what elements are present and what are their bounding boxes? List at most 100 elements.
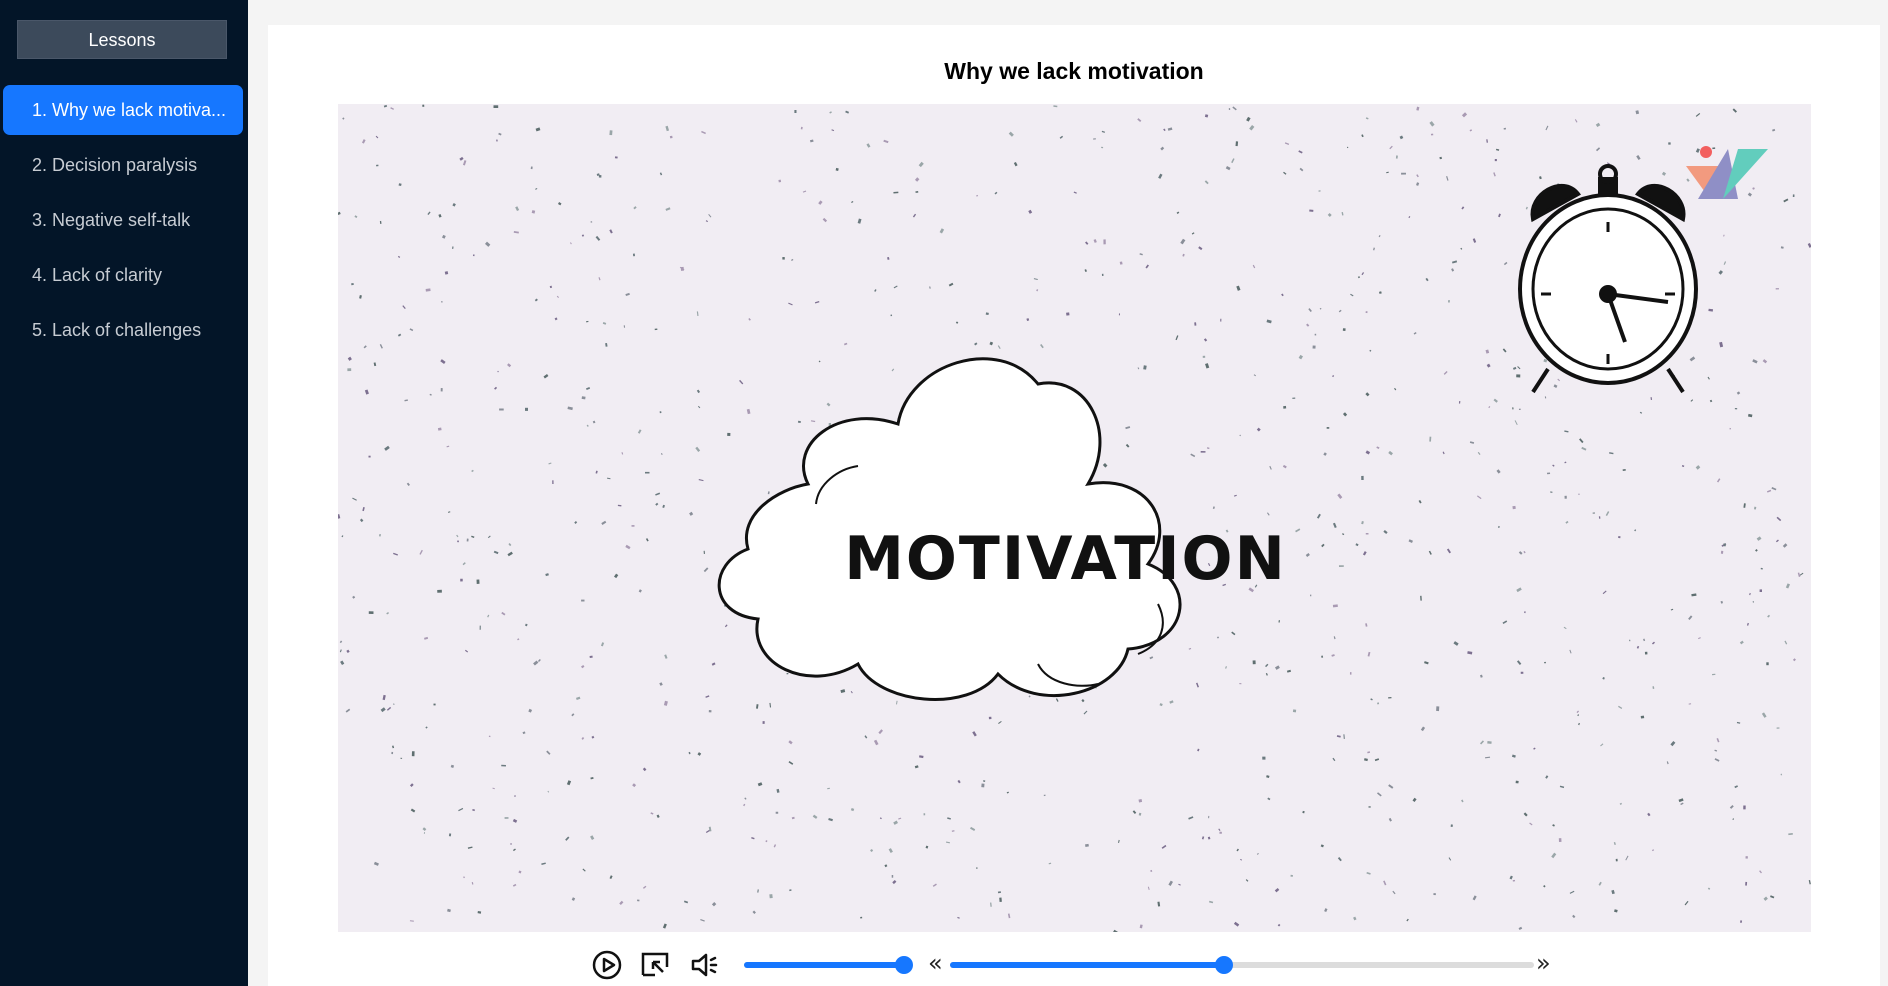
speck [1159, 703, 1163, 707]
speck [1364, 758, 1368, 762]
progress-slider-thumb[interactable] [1215, 956, 1234, 974]
speck [1369, 349, 1372, 352]
speck [1512, 407, 1514, 410]
speck [660, 452, 663, 455]
speck [1688, 615, 1693, 620]
speck [1274, 665, 1280, 670]
volume-icon[interactable] [689, 949, 721, 981]
speck [698, 479, 704, 482]
speck [1286, 669, 1291, 673]
speck [664, 654, 668, 659]
speck [1361, 134, 1364, 138]
speck [1716, 738, 1720, 743]
speck [338, 211, 341, 215]
speck [1780, 246, 1784, 249]
speck [1326, 427, 1330, 429]
page-scrollbar[interactable] [1880, 0, 1888, 986]
lesson-item-5[interactable]: 5. Lack of challenges [3, 305, 243, 355]
speck [1125, 443, 1130, 448]
speck [386, 612, 389, 615]
speck [1198, 246, 1203, 251]
speck [1767, 614, 1771, 618]
progress-slider[interactable] [950, 956, 1534, 974]
speck [1524, 611, 1526, 614]
picture-in-picture-icon[interactable] [639, 949, 671, 981]
play-icon[interactable] [591, 949, 623, 981]
speck [1204, 114, 1209, 118]
speck [1083, 710, 1088, 715]
speck [1429, 121, 1435, 127]
speck [1028, 695, 1031, 698]
speck [826, 402, 831, 407]
speck [345, 708, 351, 713]
speck [400, 757, 403, 759]
video-player[interactable]: MOTIVATION [338, 104, 1811, 932]
speck [447, 908, 451, 913]
speck [1512, 366, 1517, 370]
speck [1436, 706, 1440, 712]
speck [1246, 116, 1251, 122]
speck [581, 599, 585, 602]
speck [1443, 371, 1448, 375]
speck [1266, 775, 1270, 779]
volume-slider-thumb[interactable] [895, 956, 913, 974]
speck [440, 388, 443, 392]
speck [1714, 758, 1720, 762]
speck [361, 139, 366, 144]
speck [1458, 401, 1461, 404]
speck [1476, 495, 1482, 500]
speck [1609, 452, 1614, 455]
speck [1494, 158, 1497, 162]
speck [484, 241, 491, 247]
rewind-button[interactable]: « [928, 949, 943, 977]
speck [592, 420, 596, 424]
speck [363, 345, 367, 349]
speck [1093, 138, 1096, 140]
lesson-item-2[interactable]: 2. Decision paralysis [3, 140, 243, 190]
speck [530, 166, 533, 170]
speck [1319, 307, 1322, 310]
speck [1780, 773, 1783, 776]
speck [912, 213, 917, 218]
speck [548, 462, 552, 465]
speck [501, 611, 506, 616]
speck [525, 407, 528, 411]
speck [1743, 805, 1746, 810]
speck [1310, 594, 1312, 597]
speck [1509, 875, 1513, 880]
speck [1629, 639, 1631, 642]
speck [1182, 253, 1185, 257]
speck [1574, 119, 1578, 123]
speck [514, 795, 516, 797]
lesson-item-3[interactable]: 3. Negative self-talk [3, 195, 243, 245]
speck [1776, 516, 1782, 522]
speck [1529, 822, 1533, 826]
speck [983, 780, 986, 782]
volume-slider[interactable] [744, 956, 913, 974]
speck [1545, 125, 1549, 131]
speck [997, 891, 1002, 894]
speck [510, 843, 512, 845]
speck [581, 737, 585, 740]
speck [1252, 660, 1256, 665]
lesson-item-1[interactable]: 1. Why we lack motiva... [3, 85, 243, 135]
speck [1461, 112, 1468, 118]
speck [581, 396, 586, 400]
speck [1377, 702, 1380, 705]
speck [384, 445, 390, 451]
speck [893, 191, 899, 194]
forward-button[interactable]: » [1536, 949, 1551, 977]
speck [567, 406, 573, 411]
speck [1256, 427, 1261, 432]
speck [827, 787, 830, 790]
sidebar: Lessons 1. Why we lack motiva... 2. Deci… [0, 0, 248, 986]
speck [874, 289, 877, 292]
speck [1442, 451, 1445, 455]
lesson-item-4[interactable]: 4. Lack of clarity [3, 250, 243, 300]
speck [1006, 791, 1009, 794]
speck [1424, 661, 1429, 665]
speck [1262, 756, 1266, 760]
speck [1231, 158, 1235, 164]
speck [494, 386, 498, 390]
speck [1066, 312, 1070, 316]
